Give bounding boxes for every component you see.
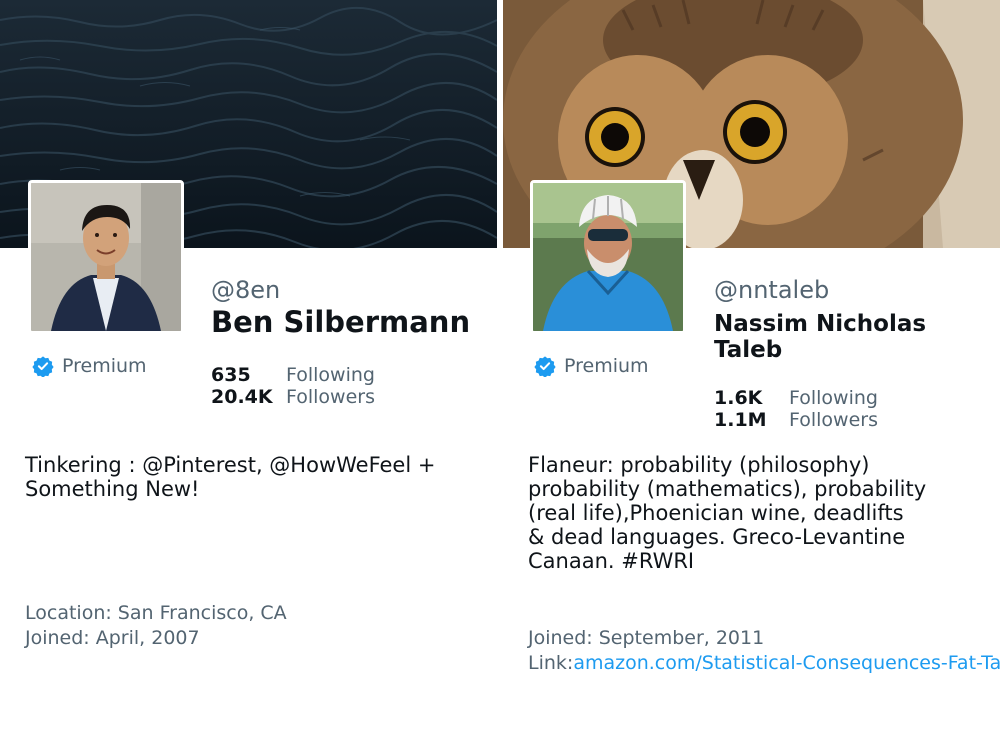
followers-stat[interactable]: 20.4K Followers — [211, 386, 375, 408]
profile-link[interactable]: amazon.com/Statistical-Consequences-Fat-… — [573, 652, 1000, 674]
followers-label: Followers — [789, 409, 878, 431]
link-label: Link: — [528, 652, 574, 674]
followers-stat[interactable]: 1.1M Followers — [714, 409, 878, 431]
profile-link-row: Link:amazon.com/Statistical-Consequences… — [528, 651, 1000, 676]
following-stat[interactable]: 635 Following — [211, 364, 375, 386]
profile-handle[interactable]: @nntaleb — [714, 276, 829, 304]
verified-check-icon — [32, 356, 54, 377]
followers-count: 20.4K — [211, 386, 273, 408]
profile-stats: 635 Following 20.4K Followers — [211, 364, 375, 408]
profile-bio: Flaneur: probability (philosophy) probab… — [528, 453, 927, 573]
following-label: Following — [789, 387, 878, 409]
profile-meta: Joined: September, 2011 Link:amazon.com/… — [528, 626, 1000, 676]
profile-joined: Joined: April, 2007 — [25, 627, 200, 649]
avatar[interactable] — [530, 180, 686, 334]
profile-name: Nassim Nicholas Taleb — [714, 311, 927, 363]
profile-meta: Location: San Francisco, CA Joined: Apri… — [25, 601, 287, 651]
following-count: 635 — [211, 364, 251, 386]
profile-handle[interactable]: @8en — [211, 276, 280, 304]
premium-badge: Premium — [32, 355, 147, 377]
profile-joined: Joined: September, 2011 — [528, 627, 765, 649]
profile-card-nntaleb: Premium @nntaleb Nassim Nicholas Taleb 1… — [503, 0, 1000, 745]
premium-label: Premium — [564, 355, 649, 377]
profile-name: Ben Silbermann — [211, 305, 471, 339]
verified-check-icon — [534, 356, 556, 377]
following-count: 1.6K — [714, 387, 763, 409]
followers-count: 1.1M — [714, 409, 767, 431]
profile-stats: 1.6K Following 1.1M Followers — [714, 387, 878, 431]
premium-badge: Premium — [534, 355, 649, 377]
followers-label: Followers — [286, 386, 375, 408]
profile-bio: Tinkering : @Pinterest, @HowWeFeel + Som… — [25, 453, 436, 501]
avatar[interactable] — [28, 180, 184, 334]
profile-location: Location: San Francisco, CA — [25, 602, 287, 624]
following-stat[interactable]: 1.6K Following — [714, 387, 878, 409]
following-label: Following — [286, 364, 375, 386]
profile-card-8en: Premium @8en Ben Silbermann 635 Followin… — [0, 0, 497, 745]
premium-label: Premium — [62, 355, 147, 377]
